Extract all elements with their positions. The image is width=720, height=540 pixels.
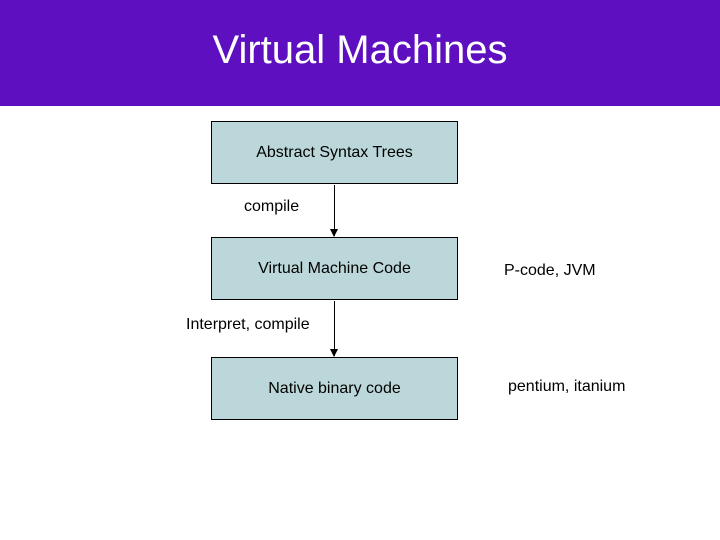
edge-label-interpret-compile: Interpret, compile [186, 316, 310, 334]
annotation-pcode-jvm: P-code, JVM [504, 262, 596, 280]
box-abstract-syntax-trees: Abstract Syntax Trees [211, 121, 458, 184]
arrow-ast-to-vmcode [334, 185, 335, 236]
box-vmcode-label: Virtual Machine Code [258, 260, 411, 278]
diagram-area: Abstract Syntax Trees compile Virtual Ma… [0, 106, 720, 540]
box-native-label: Native binary code [268, 380, 401, 398]
box-native-binary-code: Native binary code [211, 357, 458, 420]
annotation-pentium-itanium: pentium, itanium [508, 378, 625, 396]
arrow-vmcode-to-native [334, 301, 335, 356]
edge-label-compile: compile [244, 198, 299, 216]
box-virtual-machine-code: Virtual Machine Code [211, 237, 458, 300]
box-ast-label: Abstract Syntax Trees [256, 144, 413, 162]
slide-title: Virtual Machines [0, 28, 720, 73]
